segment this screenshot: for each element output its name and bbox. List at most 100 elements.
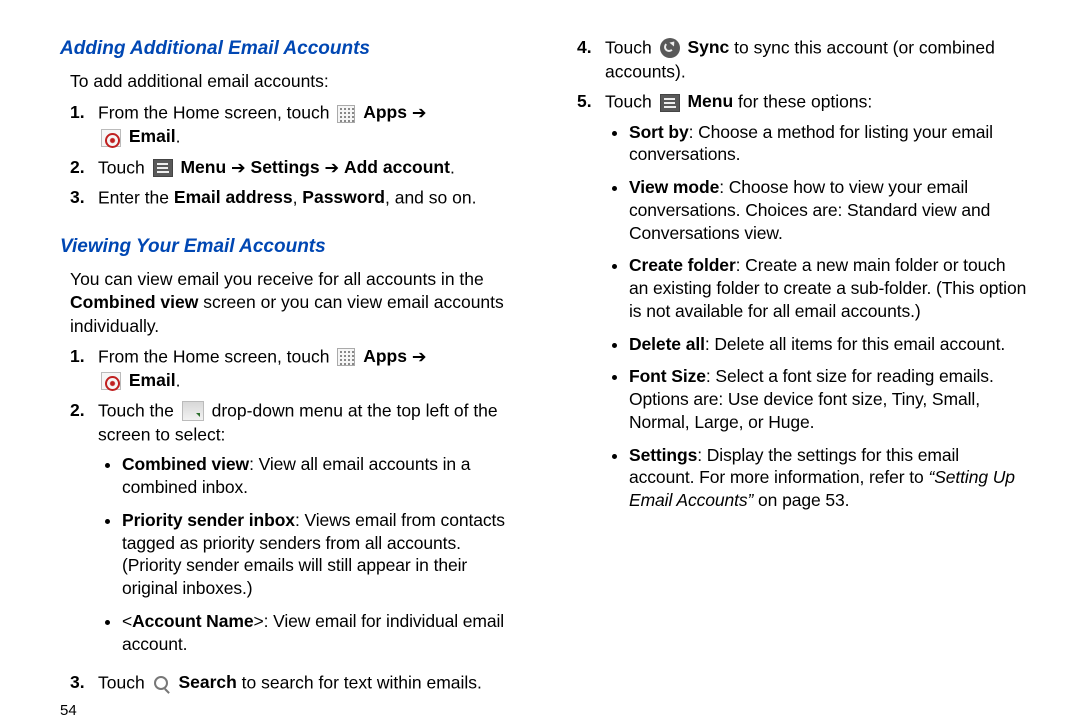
arrow-icon: ➔ <box>407 346 427 366</box>
step-num: 1. <box>70 101 98 125</box>
text: Touch the <box>98 400 179 420</box>
step-num: 3. <box>70 186 98 210</box>
opt-rest: : Delete all items for this email accoun… <box>705 334 1005 354</box>
list-item: Combined view: View all email accounts i… <box>122 453 521 499</box>
text: Touch <box>98 673 150 693</box>
list-item: View mode: Choose how to view your email… <box>629 176 1028 244</box>
search-label: Search <box>178 672 236 692</box>
step-row: 3. Enter the Email address, Password, an… <box>70 186 521 210</box>
step-row: 1. From the Home screen, touch Apps ➔ Em… <box>70 101 521 149</box>
text: Touch <box>98 157 150 177</box>
text: From the Home screen, touch <box>98 103 334 123</box>
text: From the Home screen, touch <box>98 346 334 366</box>
step-num: 4. <box>577 36 605 60</box>
search-icon <box>153 675 171 693</box>
opt-bold: Font Size <box>629 366 706 386</box>
steps-adding: 1. From the Home screen, touch Apps ➔ Em… <box>70 101 521 216</box>
dot: . <box>450 157 455 177</box>
email-address-label: Email address <box>174 187 293 207</box>
list-item: Create folder: Create a new main folder … <box>629 254 1028 322</box>
opt-bold: Create folder <box>629 255 736 275</box>
list-item: <Account Name>: View email for individua… <box>122 610 521 656</box>
step-body: From the Home screen, touch Apps ➔ Email… <box>98 101 521 149</box>
heading-viewing: Viewing Your Email Accounts <box>60 234 521 260</box>
menu-icon <box>660 94 680 112</box>
arrow-icon: ➔ <box>320 157 344 177</box>
right-column: 4. Touch Sync to sync this account (or c… <box>557 36 1028 696</box>
step-row: 5. Touch Menu for these options: Sort by… <box>577 90 1028 521</box>
dropdown-options: Combined view: View all email accounts i… <box>122 453 521 655</box>
combined-view-label: Combined view <box>70 292 198 312</box>
text: You can view email you receive for all a… <box>70 269 484 289</box>
dot: . <box>176 370 181 390</box>
list-item: Settings: Display the settings for this … <box>629 444 1028 512</box>
sync-icon <box>660 38 680 58</box>
apps-icon <box>337 348 355 366</box>
rest: to search for text within emails. <box>237 673 482 693</box>
step-body: Enter the Email address, Password, and s… <box>98 186 521 210</box>
text: Enter the <box>98 187 174 207</box>
sync-label: Sync <box>687 37 729 57</box>
opt-bold: Account Name <box>132 611 253 631</box>
menu-label: Menu <box>180 157 226 177</box>
opt-bold: Priority sender inbox <box>122 510 295 530</box>
step-row: 1. From the Home screen, touch Apps ➔ Em… <box>70 345 521 393</box>
menu-options: Sort by: Choose a method for listing you… <box>629 121 1028 512</box>
menu-icon <box>153 159 173 177</box>
apps-icon <box>337 105 355 123</box>
opt-bold: Settings <box>629 445 697 465</box>
step-num: 1. <box>70 345 98 369</box>
step-body: From the Home screen, touch Apps ➔ Email… <box>98 345 521 393</box>
step-body: Touch the drop-down menu at the top left… <box>98 399 521 665</box>
settings-label: Settings <box>251 157 320 177</box>
step-num: 3. <box>70 671 98 695</box>
steps-right: 4. Touch Sync to sync this account (or c… <box>577 36 1028 528</box>
step-num: 5. <box>577 90 605 114</box>
dot: . <box>176 127 181 147</box>
rest: for these options: <box>733 92 872 112</box>
arrow-icon: ➔ <box>226 157 250 177</box>
text: Touch <box>605 38 657 58</box>
viewing-para: You can view email you receive for all a… <box>70 268 521 339</box>
addacct-label: Add account <box>344 157 450 177</box>
comma: , <box>293 187 303 207</box>
opt-bold: Combined view <box>122 454 249 474</box>
apps-label: Apps <box>363 346 407 366</box>
step-row: 2. Touch the drop-down menu at the top l… <box>70 399 521 665</box>
step-body: Touch Menu ➔ Settings ➔ Add account. <box>98 156 521 180</box>
page: Adding Additional Email Accounts To add … <box>0 0 1080 720</box>
email-label: Email <box>129 370 176 390</box>
email-icon <box>101 129 121 147</box>
opt-bold: View mode <box>629 177 719 197</box>
step-num: 2. <box>70 156 98 180</box>
email-icon <box>101 372 121 390</box>
step-num: 2. <box>70 399 98 423</box>
rest: , and so on. <box>385 187 476 207</box>
opt-tail: on page 53. <box>758 490 849 510</box>
left-column: Adding Additional Email Accounts To add … <box>60 36 557 696</box>
text: Touch <box>605 92 657 112</box>
password-label: Password <box>302 187 385 207</box>
opt-bold: Sort by <box>629 122 689 142</box>
email-label: Email <box>129 126 176 146</box>
apps-label: Apps <box>363 102 407 122</box>
heading-adding: Adding Additional Email Accounts <box>60 36 521 62</box>
list-item: Font Size: Select a font size for readin… <box>629 365 1028 433</box>
arrow-icon: ➔ <box>407 103 427 123</box>
step-row: 3. Touch Search to search for text withi… <box>70 671 521 695</box>
step-row: 2. Touch Menu ➔ Settings ➔ Add account. <box>70 156 521 180</box>
step-body: Touch Menu for these options: Sort by: C… <box>605 90 1028 521</box>
step-row: 4. Touch Sync to sync this account (or c… <box>577 36 1028 84</box>
list-item: Sort by: Choose a method for listing you… <box>629 121 1028 167</box>
step-body: Touch Sync to sync this account (or comb… <box>605 36 1028 84</box>
page-number: 54 <box>60 701 521 721</box>
opt-pre: < <box>122 611 132 631</box>
list-item: Priority sender inbox: Views email from … <box>122 509 521 600</box>
menu-label: Menu <box>687 91 733 111</box>
step-body: Touch Search to search for text within e… <box>98 671 521 695</box>
steps-viewing: 1. From the Home screen, touch Apps ➔ Em… <box>70 345 521 702</box>
intro-text: To add additional email accounts: <box>70 70 521 94</box>
dropdown-icon <box>182 401 204 421</box>
list-item: Delete all: Delete all items for this em… <box>629 333 1028 356</box>
opt-bold: Delete all <box>629 334 705 354</box>
